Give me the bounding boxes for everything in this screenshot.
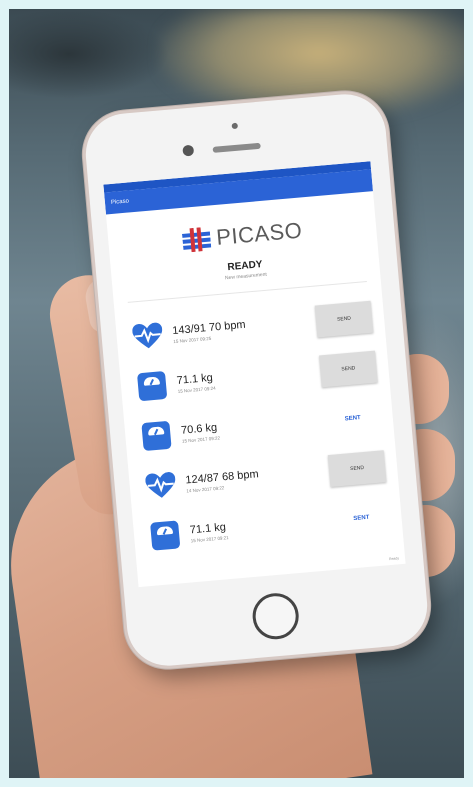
app-screen: Picaso PICASO READY New measurement 143/… [103, 161, 406, 588]
footer-text: Ready [388, 556, 400, 562]
brand-name: PICASO [215, 217, 304, 250]
scale-icon [136, 370, 169, 403]
heart-pulse-icon [132, 320, 165, 353]
send-button[interactable]: SEND [319, 350, 378, 388]
picaso-logo-icon [181, 227, 212, 253]
measurement-list: 143/91 70 bpm 15 Nov 2017 09:25 SEND 71.1 k… [115, 291, 404, 563]
sent-label: SENT [353, 514, 370, 523]
send-button[interactable]: SEND [314, 300, 374, 338]
app-bar-title: Picaso [110, 198, 130, 206]
sent-label: SENT [344, 415, 361, 423]
scale-icon [149, 519, 182, 552]
smartphone: Picaso PICASO READY New measurement 143/… [79, 87, 434, 673]
heart-pulse-icon [145, 469, 178, 502]
send-button[interactable]: SEND [327, 450, 387, 487]
scale-icon [140, 420, 173, 453]
